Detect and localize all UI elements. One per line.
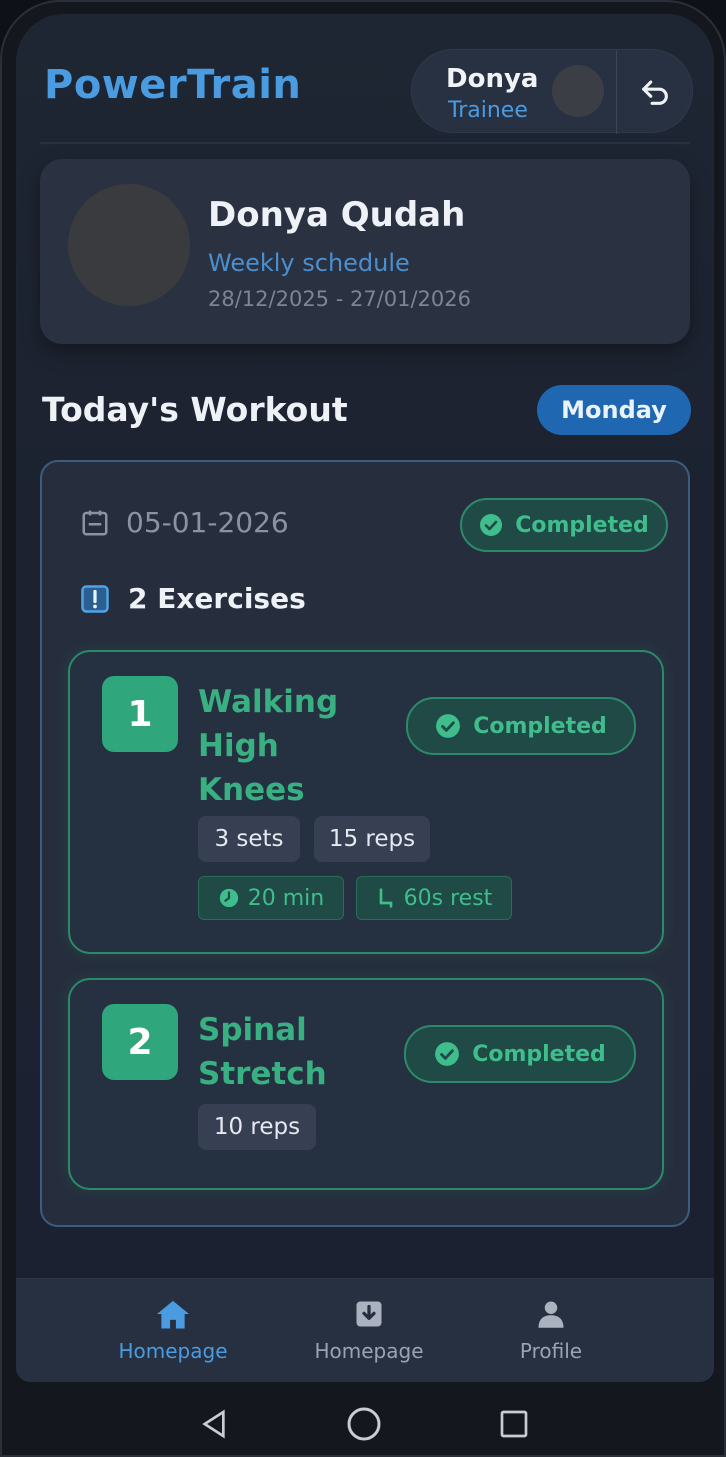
calendar-icon bbox=[82, 510, 108, 535]
exercise-status-label: Completed bbox=[473, 713, 607, 739]
home-icon bbox=[157, 1300, 189, 1329]
profile-card[interactable]: Donya Qudah Weekly schedule 28/12/2025 -… bbox=[40, 159, 690, 344]
rest-chip: 60s rest bbox=[356, 876, 512, 920]
square-recents-icon bbox=[500, 1410, 528, 1438]
section-title: Today's Workout bbox=[42, 390, 348, 429]
app-title: PowerTrain bbox=[44, 62, 302, 108]
system-home-button[interactable] bbox=[344, 1404, 384, 1444]
check-circle-icon bbox=[435, 1042, 460, 1066]
phone-frame: PowerTrain Donya Trainee Donya Qudah Wee… bbox=[0, 0, 726, 1457]
user-name: Donya bbox=[446, 64, 539, 94]
duration-label: 20 min bbox=[247, 885, 325, 911]
exercise-count: 2 Exercises bbox=[128, 582, 306, 615]
system-nav-bar bbox=[2, 1392, 724, 1455]
user-avatar[interactable] bbox=[552, 65, 604, 117]
schedule-date-range: 28/12/2025 - 27/01/2026 bbox=[208, 287, 472, 311]
exercise-status-badge: Completed bbox=[406, 697, 636, 755]
user-pill[interactable]: Donya Trainee bbox=[411, 49, 693, 134]
user-role: Trainee bbox=[448, 98, 528, 123]
check-circle-icon bbox=[436, 714, 461, 738]
profile-avatar bbox=[68, 184, 190, 306]
clock-icon bbox=[219, 888, 238, 908]
exercise-count-row: 2 Exercises bbox=[80, 582, 306, 615]
check-circle-icon bbox=[480, 514, 503, 536]
bottom-nav: Homepage Homepage Profile bbox=[16, 1278, 714, 1382]
duration-chip: 20 min bbox=[198, 876, 344, 920]
app-screen: PowerTrain Donya Trainee Donya Qudah Wee… bbox=[16, 14, 714, 1382]
nav-label: Profile bbox=[519, 1339, 583, 1363]
undo-arrow-icon bbox=[642, 80, 668, 105]
back-button[interactable] bbox=[617, 50, 693, 134]
day-badge[interactable]: Monday bbox=[537, 385, 691, 435]
exercise-number: 2 bbox=[102, 1004, 178, 1080]
reps-chip: 10 reps bbox=[198, 1104, 316, 1150]
profile-name: Donya Qudah bbox=[208, 195, 466, 235]
nav-item-profile[interactable]: Profile bbox=[466, 1297, 636, 1363]
workout-status-label: Completed bbox=[515, 512, 649, 538]
workout-status-badge: Completed bbox=[460, 498, 668, 552]
exercise-status-label: Completed bbox=[472, 1041, 606, 1067]
nav-label: Homepage bbox=[118, 1339, 228, 1363]
alert-square-icon bbox=[81, 584, 109, 613]
circle-home-icon bbox=[347, 1407, 381, 1441]
nav-item-homepage[interactable]: Homepage bbox=[88, 1297, 258, 1363]
triangle-back-icon bbox=[202, 1409, 225, 1439]
schedule-label: Weekly schedule bbox=[208, 249, 410, 277]
nav-label: Homepage bbox=[314, 1339, 424, 1363]
nav-item-homepage-2[interactable]: Homepage bbox=[284, 1297, 454, 1363]
exercise-name: Spinal Stretch bbox=[198, 1012, 327, 1092]
reps-chip: 15 reps bbox=[314, 816, 430, 862]
rest-label: 60s rest bbox=[403, 885, 493, 911]
system-recents-button[interactable] bbox=[494, 1404, 534, 1444]
workout-card: 05-01-2026 Completed 2 Exercises 1 Walki… bbox=[40, 460, 690, 1227]
system-back-button[interactable] bbox=[194, 1404, 234, 1444]
sets-chip: 3 sets bbox=[198, 816, 300, 862]
workout-date: 05-01-2026 bbox=[126, 506, 289, 539]
exercise-status-badge: Completed bbox=[404, 1025, 636, 1083]
exercise-name: Walking High Knees bbox=[198, 684, 339, 808]
chair-icon bbox=[379, 888, 393, 908]
download-box-icon bbox=[356, 1301, 382, 1327]
exercise-card[interactable]: 2 Spinal Stretch Completed 10 reps bbox=[68, 978, 664, 1190]
header-divider bbox=[40, 142, 690, 144]
exercise-card[interactable]: 1 Walking High Knees Completed 3 sets 15… bbox=[68, 650, 664, 954]
exercise-number: 1 bbox=[102, 676, 178, 752]
person-icon bbox=[538, 1301, 564, 1328]
workout-date-row: 05-01-2026 bbox=[80, 506, 289, 539]
